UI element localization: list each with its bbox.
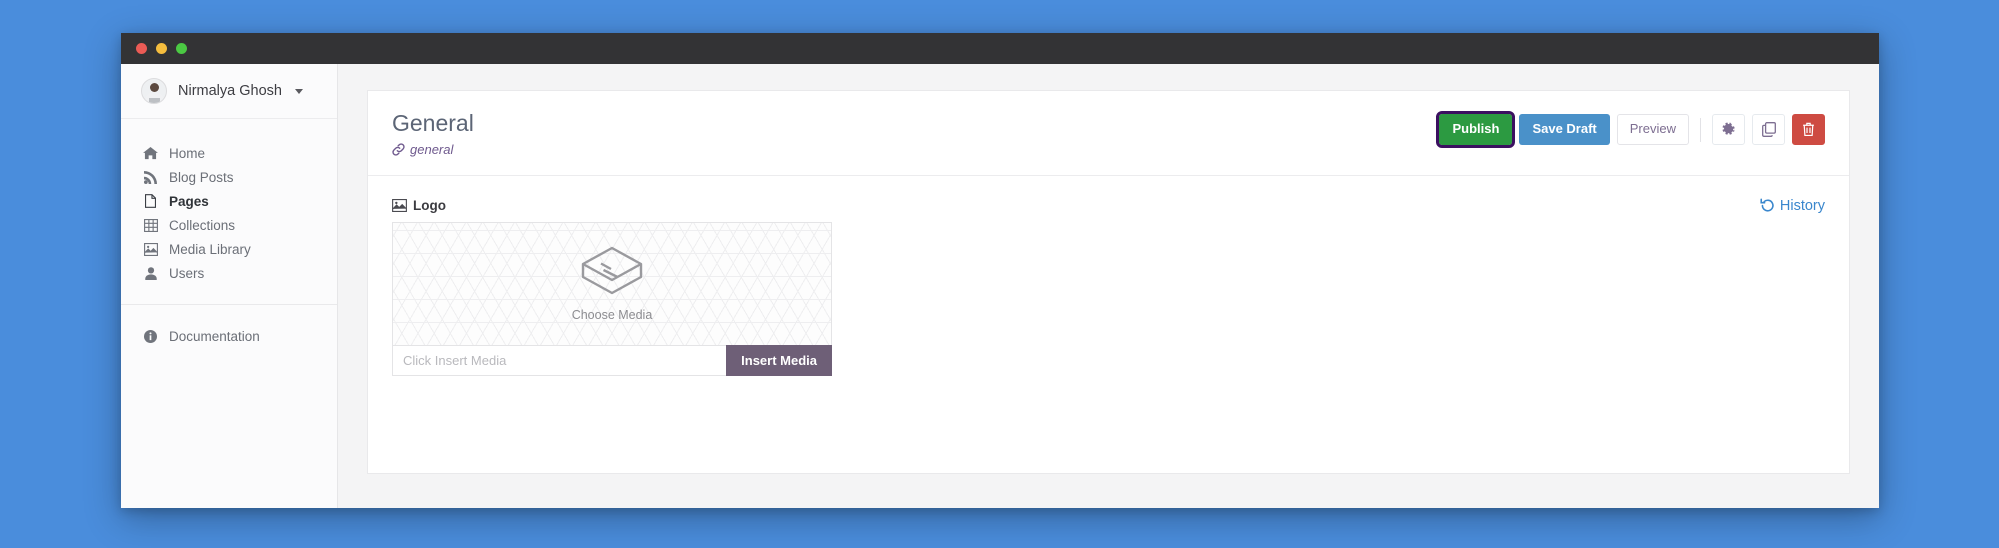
media-stack-icon (579, 245, 645, 299)
sidebar-item-label: Blog Posts (169, 169, 234, 185)
sidebar-item-label: Documentation (169, 328, 260, 344)
settings-button[interactable] (1712, 114, 1745, 145)
sidebar-item-label: Pages (169, 193, 209, 209)
actions-divider (1700, 117, 1701, 142)
delete-button[interactable] (1792, 114, 1825, 145)
sidebar: Nirmalya Ghosh Home Blog Posts Pages Col… (121, 64, 338, 508)
user-menu[interactable]: Nirmalya Ghosh (121, 64, 337, 119)
sidebar-item-pages[interactable]: Pages (121, 189, 337, 213)
browser-window: Nirmalya Ghosh Home Blog Posts Pages Col… (121, 33, 1879, 508)
main-content: General general Publish Save Draft Previ… (338, 64, 1879, 508)
logo-label-text: Logo (413, 197, 446, 213)
sidebar-item-label: Collections (169, 217, 236, 233)
info-circle-icon (143, 329, 158, 343)
undo-history-icon (1760, 198, 1775, 213)
page-title-block: General general (392, 110, 474, 157)
gear-icon (1721, 122, 1736, 137)
home-icon (143, 146, 158, 160)
media-url-input[interactable] (392, 344, 727, 376)
trash-icon (1802, 122, 1815, 137)
page-editor-card: General general Publish Save Draft Previ… (367, 90, 1850, 474)
sidebar-item-home[interactable]: Home (121, 141, 337, 165)
page-title: General (392, 110, 474, 136)
sidebar-item-label: Users (169, 265, 205, 281)
page-editor-body: History Logo Choose Media Click Insert M… (368, 176, 1849, 402)
sidebar-item-label: Media Library (169, 241, 251, 257)
file-icon (143, 194, 158, 208)
history-label: History (1779, 197, 1825, 214)
sidebar-nav-bottom: Documentation (121, 305, 337, 348)
preview-button[interactable]: Preview (1616, 114, 1689, 145)
image-icon (392, 198, 407, 212)
image-icon (143, 242, 158, 256)
maximize-window-button[interactable] (176, 43, 187, 54)
user-icon (143, 266, 158, 280)
history-link[interactable]: History (1760, 198, 1825, 214)
page-actions: Publish Save Draft Preview (1436, 111, 1825, 148)
logo-media-widget: Choose Media Insert Media (392, 221, 832, 376)
sidebar-nav: Home Blog Posts Pages Collections Media … (121, 119, 337, 348)
window-titlebar (121, 33, 1879, 64)
window-body: Nirmalya Ghosh Home Blog Posts Pages Col… (121, 64, 1879, 508)
insert-media-button[interactable]: Insert Media (726, 344, 832, 376)
table-icon (143, 218, 158, 232)
page-slug: general (392, 142, 474, 157)
sidebar-item-users[interactable]: Users (121, 261, 337, 285)
sidebar-item-media-library[interactable]: Media Library (121, 237, 337, 261)
logo-field-label: Logo (392, 198, 1825, 213)
avatar (141, 78, 167, 104)
sidebar-item-collections[interactable]: Collections (121, 213, 337, 237)
page-editor-header: General general Publish Save Draft Previ… (368, 91, 1849, 176)
page-slug-text: general (410, 141, 454, 157)
copy-icon (1761, 122, 1776, 137)
insert-media-row: Insert Media (392, 344, 832, 376)
sidebar-item-label: Home (169, 145, 206, 161)
choose-media-label: Choose Media (571, 308, 653, 323)
sidebar-item-documentation[interactable]: Documentation (121, 324, 337, 348)
link-icon (392, 143, 405, 156)
duplicate-button[interactable] (1752, 114, 1785, 145)
rss-icon (143, 170, 158, 184)
caret-down-icon (294, 88, 303, 94)
user-name: Nirmalya Ghosh (178, 83, 282, 99)
publish-button[interactable]: Publish (1436, 111, 1516, 148)
choose-media-dropzone[interactable]: Choose Media (392, 221, 832, 346)
close-window-button[interactable] (136, 43, 147, 54)
minimize-window-button[interactable] (156, 43, 167, 54)
save-draft-button[interactable]: Save Draft (1519, 114, 1610, 145)
sidebar-item-blog-posts[interactable]: Blog Posts (121, 165, 337, 189)
